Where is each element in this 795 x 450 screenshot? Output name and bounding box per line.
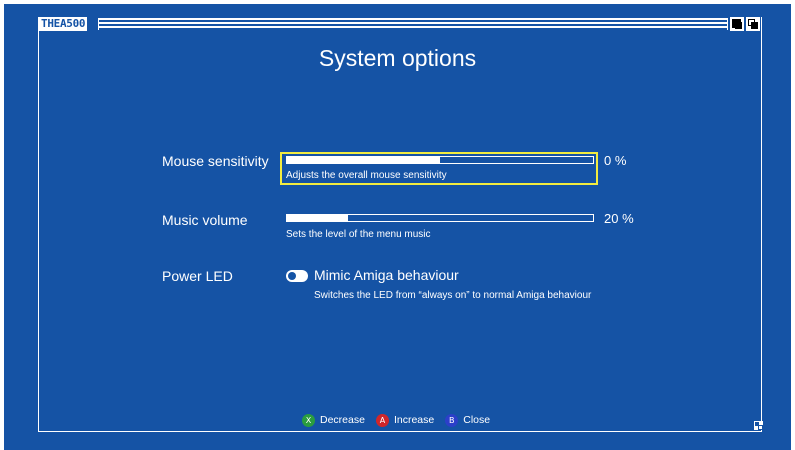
music-volume-value: 20 % <box>604 211 634 226</box>
close-control[interactable]: B Close <box>445 413 491 427</box>
increase-label: Increase <box>393 414 435 426</box>
a-button-icon: A <box>375 413 389 427</box>
power-led-toggle-text[interactable]: Mimic Amiga behaviour <box>314 267 459 284</box>
titlebar-drag-bar[interactable] <box>98 18 728 30</box>
close-label: Close <box>463 414 491 426</box>
window-frame <box>38 17 762 432</box>
decrease-control[interactable]: X Decrease <box>302 413 365 427</box>
depth-back-icon[interactable] <box>746 17 760 31</box>
b-button-icon: B <box>445 413 459 427</box>
mouse-sensitivity-description: Adjusts the overall mouse sensitivity <box>286 170 447 181</box>
mouse-sensitivity-label: Mouse sensitivity <box>162 153 269 169</box>
power-led-description: Switches the LED from “always on” to nor… <box>314 290 592 301</box>
power-led-toggle[interactable] <box>286 270 308 282</box>
mouse-sensitivity-slider[interactable] <box>286 156 594 164</box>
x-button-icon: X <box>302 413 315 427</box>
music-volume-label: Music volume <box>162 212 248 228</box>
increase-control[interactable]: A Increase <box>375 413 435 427</box>
mouse-sensitivity-value: 0 % <box>604 153 627 168</box>
window-titlebar[interactable]: THEA500 <box>38 17 762 31</box>
resize-icon[interactable] <box>754 421 763 430</box>
footer-controls: X Decrease A Increase B Close <box>302 413 501 427</box>
window-title: THEA500 <box>38 17 88 31</box>
toggle-knob <box>288 272 296 280</box>
decrease-label: Decrease <box>320 414 365 426</box>
depth-front-icon[interactable] <box>730 17 744 31</box>
music-volume-slider-fill <box>287 215 349 221</box>
music-volume-description: Sets the level of the menu music <box>286 229 431 240</box>
music-volume-slider[interactable] <box>286 214 594 222</box>
page-title: System options <box>318 45 477 71</box>
mouse-sensitivity-slider-fill <box>287 157 440 163</box>
power-led-label: Power LED <box>162 268 233 284</box>
